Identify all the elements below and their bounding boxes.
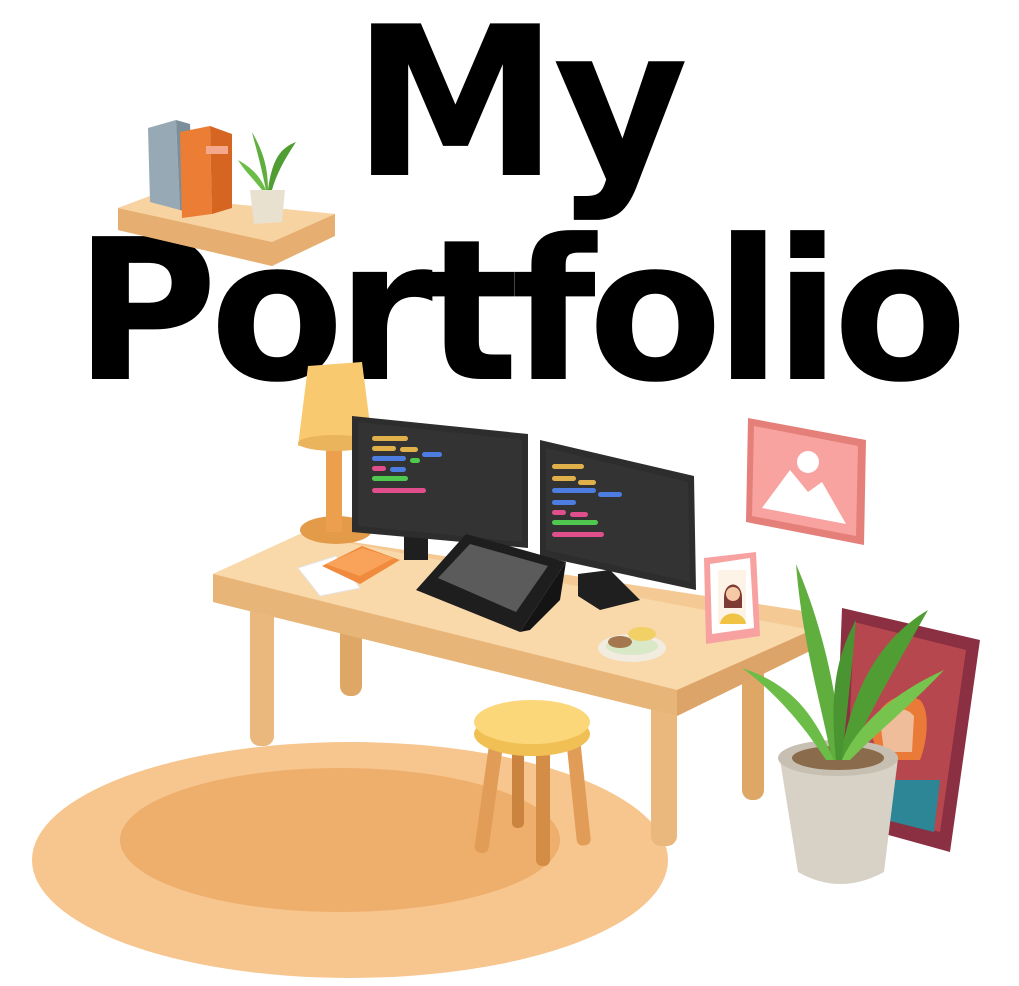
monitor-left xyxy=(352,416,528,560)
books-icon xyxy=(148,120,232,218)
image-placeholder-icon xyxy=(746,418,866,545)
workspace-illustration xyxy=(32,120,980,978)
photo-frame xyxy=(704,552,760,644)
